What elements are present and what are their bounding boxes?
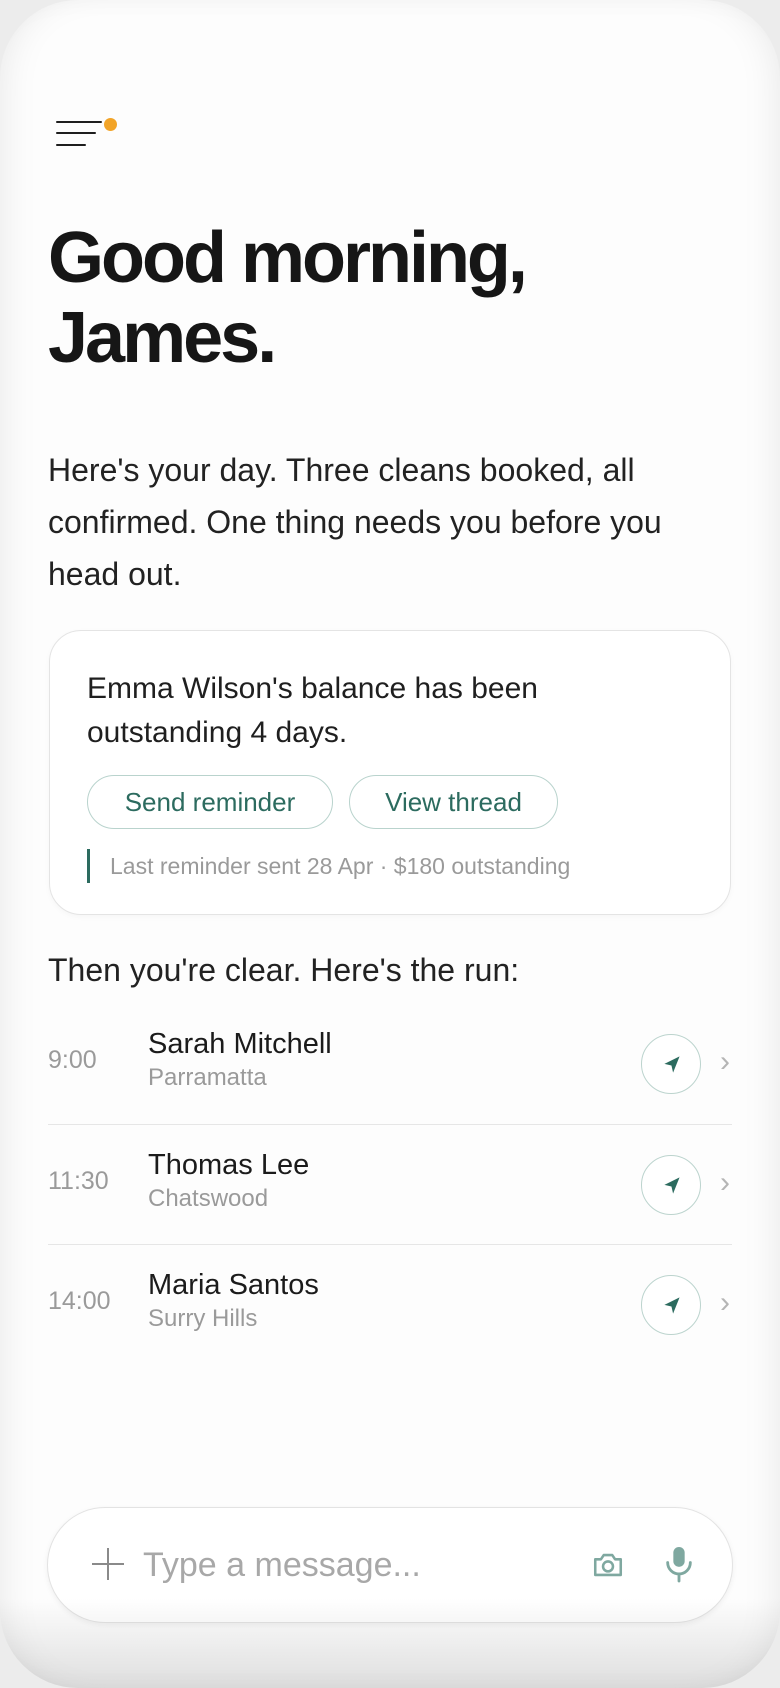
message-input[interactable] (143, 1538, 523, 1592)
client-suburb: Chatswood (148, 1185, 269, 1212)
day-summary: Here's your day. Three cleans booked, al… (48, 452, 662, 592)
navigate-button[interactable] (641, 1275, 701, 1335)
client-suburb: Parramatta (148, 1064, 267, 1091)
client-name: Sarah Mitchell (148, 1028, 332, 1060)
navigate-arrow-icon (664, 1056, 680, 1073)
menu-line (56, 132, 96, 134)
navigate-arrow-icon (664, 1297, 680, 1314)
alert-message: Emma Wilson's balance has been outstandi… (87, 672, 538, 749)
navigate-button[interactable] (641, 1034, 701, 1094)
navigate-arrow-icon (664, 1177, 680, 1194)
run-item[interactable]: 11:30 Thomas Lee Chatswood › (48, 1124, 732, 1244)
chevron-right-icon[interactable]: › (720, 1165, 730, 1201)
run-heading: Then you're clear. Here's the run: (48, 952, 520, 988)
notification-dot (104, 118, 117, 131)
camera-icon[interactable] (591, 1548, 625, 1582)
client-name: Thomas Lee (148, 1149, 310, 1181)
chevron-right-icon[interactable]: › (720, 1044, 730, 1080)
navigate-button[interactable] (641, 1155, 701, 1215)
greeting-line-2: James. (48, 298, 277, 378)
run-item[interactable]: 14:00 Maria Santos Surry Hills › (48, 1244, 732, 1364)
view-thread-button[interactable]: View thread (349, 775, 558, 829)
run-time: 11:30 (48, 1167, 109, 1195)
phone-screen: Good morning, James. Here's your day. Th… (0, 0, 780, 1688)
run-list: 9:00 Sarah Mitchell Parramatta › 11:30 T… (48, 1004, 732, 1364)
run-time: 9:00 (48, 1046, 97, 1074)
menu-icon[interactable] (56, 118, 122, 154)
greeting-line-1: Good morning, (48, 218, 528, 298)
menu-line (56, 144, 86, 146)
run-item[interactable]: 9:00 Sarah Mitchell Parramatta › (48, 1004, 732, 1124)
microphone-icon[interactable] (662, 1544, 696, 1584)
bottom-edge-shadow (0, 1598, 780, 1688)
menu-line (56, 121, 102, 123)
send-reminder-button[interactable]: Send reminder (87, 775, 333, 829)
reminder-note: Last reminder sent 28 Apr · $180 outstan… (87, 849, 570, 883)
plus-icon[interactable] (90, 1546, 126, 1582)
balance-alert-card: Emma Wilson's balance has been outstandi… (49, 630, 731, 915)
chevron-right-icon[interactable]: › (720, 1285, 730, 1321)
client-suburb: Surry Hills (148, 1305, 258, 1332)
greeting-title: Good morning, James. (48, 218, 748, 378)
run-time: 14:00 (48, 1287, 111, 1315)
client-name: Maria Santos (148, 1269, 319, 1301)
